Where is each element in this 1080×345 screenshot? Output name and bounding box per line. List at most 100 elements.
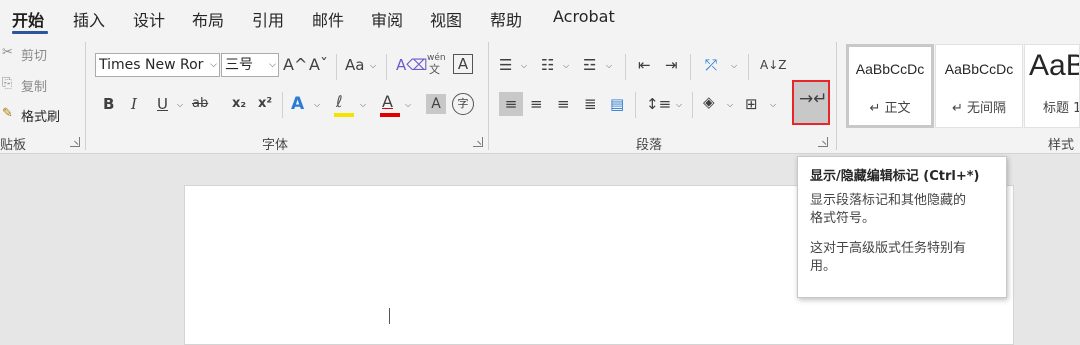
- chevron-down-icon[interactable]: ⌵: [177, 95, 183, 115]
- align-left-icon[interactable]: ≡: [499, 92, 523, 116]
- chevron-down-icon[interactable]: ⌵: [606, 56, 612, 76]
- chevron-down-icon[interactable]: ⌵: [727, 95, 733, 115]
- group-divider: [836, 42, 837, 150]
- clear-formatting-icon[interactable]: A⌫: [396, 55, 427, 75]
- font-group-label: 字体: [262, 138, 289, 153]
- tab-help[interactable]: 帮助: [490, 7, 522, 31]
- divider: [748, 54, 749, 80]
- character-shading-button[interactable]: A: [426, 94, 446, 114]
- style-no-spacing[interactable]: AaBbCcDc ↵ 无间隔: [935, 44, 1023, 128]
- align-right-icon[interactable]: ≡: [557, 94, 570, 114]
- style-sample: AaB: [1029, 49, 1079, 82]
- cut-button[interactable]: 剪切: [21, 45, 47, 64]
- numbering-icon[interactable]: ☷: [541, 55, 554, 75]
- borders-icon[interactable]: ⊞: [745, 94, 758, 114]
- subscript-button[interactable]: x₂: [232, 94, 246, 114]
- line-spacing-icon[interactable]: ↕≡: [646, 94, 671, 114]
- sort-icon[interactable]: A↓Z: [760, 55, 786, 75]
- increase-indent-icon[interactable]: ⇥: [665, 55, 678, 75]
- chevron-down-icon[interactable]: ⌵: [521, 56, 527, 76]
- ribbon: ✂ 剪切 ⎘ 复制 ✎ 格式刷 贴板 Times New Ror ⌵ 三号 ⌵ …: [0, 36, 1080, 154]
- font-launcher-icon[interactable]: [473, 137, 483, 147]
- font-name-value: Times New Ror: [99, 57, 204, 73]
- font-size-value: 三号: [225, 57, 253, 73]
- divider: [282, 92, 283, 118]
- character-border-icon[interactable]: A: [453, 54, 473, 74]
- phonetic-guide-icon[interactable]: 文: [429, 60, 440, 80]
- decrease-indent-icon[interactable]: ⇤: [638, 55, 651, 75]
- tab-review[interactable]: 审阅: [371, 7, 403, 31]
- chevron-down-icon: ⌵: [210, 60, 217, 70]
- tooltip-line: 用。: [810, 259, 837, 274]
- font-size-select[interactable]: 三号 ⌵: [221, 53, 279, 77]
- style-heading-1[interactable]: AaB 标题 1: [1024, 44, 1080, 128]
- chevron-down-icon[interactable]: ⌵: [370, 56, 376, 76]
- font-color-swatch: [380, 113, 400, 117]
- tooltip-line: 显示段落标记和其他隐藏的: [810, 193, 967, 208]
- underline-button[interactable]: U: [157, 94, 168, 114]
- highlight-color-swatch: [334, 113, 354, 117]
- tab-acrobat[interactable]: Acrobat: [553, 7, 615, 26]
- justify-icon[interactable]: ≣: [584, 94, 597, 114]
- divider: [386, 54, 387, 80]
- style-sample: AaBbCcDc: [855, 61, 925, 77]
- multilevel-list-icon[interactable]: ☲: [583, 55, 596, 75]
- paragraph-launcher-icon[interactable]: [818, 137, 828, 147]
- style-name: ↵ 无间隔: [951, 101, 1007, 116]
- paragraph-group-label: 段落: [636, 138, 663, 153]
- chevron-down-icon[interactable]: ⌵: [563, 56, 569, 76]
- tab-mailings[interactable]: 邮件: [312, 7, 344, 31]
- copy-icon: ⎘: [2, 76, 13, 91]
- active-tab-indicator: [12, 31, 48, 34]
- distributed-icon[interactable]: ▤: [610, 94, 624, 114]
- tab-layout[interactable]: 布局: [192, 7, 224, 31]
- highlight-button[interactable]: ℓ: [336, 92, 343, 112]
- shading-icon[interactable]: ◈: [703, 92, 715, 112]
- font-color-button[interactable]: A: [382, 92, 393, 112]
- align-center-icon[interactable]: ≡: [530, 94, 543, 114]
- style-name: ↵ 正文: [869, 101, 911, 116]
- styles-group-label: 样式: [1048, 138, 1075, 153]
- clipboard-launcher-icon[interactable]: [70, 137, 80, 147]
- chevron-down-icon[interactable]: ⌵: [676, 95, 682, 115]
- group-divider: [85, 42, 86, 150]
- chevron-down-icon: ⌵: [269, 60, 276, 70]
- show-hide-marks-icon: →↵: [799, 89, 828, 109]
- tab-design[interactable]: 设计: [133, 7, 165, 31]
- chevron-down-icon[interactable]: ⌵: [770, 95, 776, 115]
- italic-button[interactable]: I: [131, 94, 137, 114]
- divider: [625, 54, 626, 80]
- style-name: 标题 1: [1043, 101, 1080, 116]
- tooltip-title: 显示/隐藏编辑标记 (Ctrl+*): [810, 169, 980, 184]
- tooltip-line: 这对于高级版式任务特别有: [810, 241, 967, 256]
- scissors-icon: ✂: [2, 45, 13, 60]
- format-painter-button[interactable]: 格式刷: [21, 106, 60, 125]
- chinese-layout-icon[interactable]: ⤱: [705, 55, 717, 75]
- text-effects-button[interactable]: A: [291, 94, 304, 114]
- bullets-icon[interactable]: ☰: [499, 55, 512, 75]
- divider: [692, 92, 693, 118]
- chevron-down-icon[interactable]: ⌵: [731, 56, 737, 76]
- menu-bar: 开始 插入 设计 布局 引用 邮件 审阅 视图 帮助 Acrobat: [0, 0, 1080, 36]
- tab-references[interactable]: 引用: [252, 7, 284, 31]
- chevron-down-icon[interactable]: ⌵: [405, 95, 411, 115]
- shrink-font-icon[interactable]: Aˇ: [309, 55, 328, 75]
- bold-button[interactable]: B: [103, 94, 114, 114]
- change-case-button[interactable]: Aa: [345, 55, 364, 75]
- tab-home[interactable]: 开始: [12, 7, 44, 31]
- tab-view[interactable]: 视图: [430, 7, 462, 31]
- strikethrough-button[interactable]: ab: [192, 94, 208, 114]
- style-normal[interactable]: AaBbCcDc ↵ 正文: [846, 44, 934, 128]
- group-divider: [488, 42, 489, 150]
- font-name-select[interactable]: Times New Ror ⌵: [95, 53, 220, 77]
- grow-font-icon[interactable]: A^: [283, 55, 307, 75]
- tab-insert[interactable]: 插入: [73, 7, 105, 31]
- superscript-button[interactable]: x²: [258, 94, 272, 114]
- enclose-characters-button[interactable]: 字: [452, 93, 474, 115]
- tooltip-line: 格式符号。: [810, 211, 876, 226]
- show-hide-tooltip: 显示/隐藏编辑标记 (Ctrl+*) 显示段落标记和其他隐藏的 格式符号。 这对…: [797, 156, 1007, 298]
- chevron-down-icon[interactable]: ⌵: [314, 95, 320, 115]
- copy-button[interactable]: 复制: [21, 76, 47, 95]
- divider: [635, 92, 636, 118]
- chevron-down-icon[interactable]: ⌵: [360, 95, 366, 115]
